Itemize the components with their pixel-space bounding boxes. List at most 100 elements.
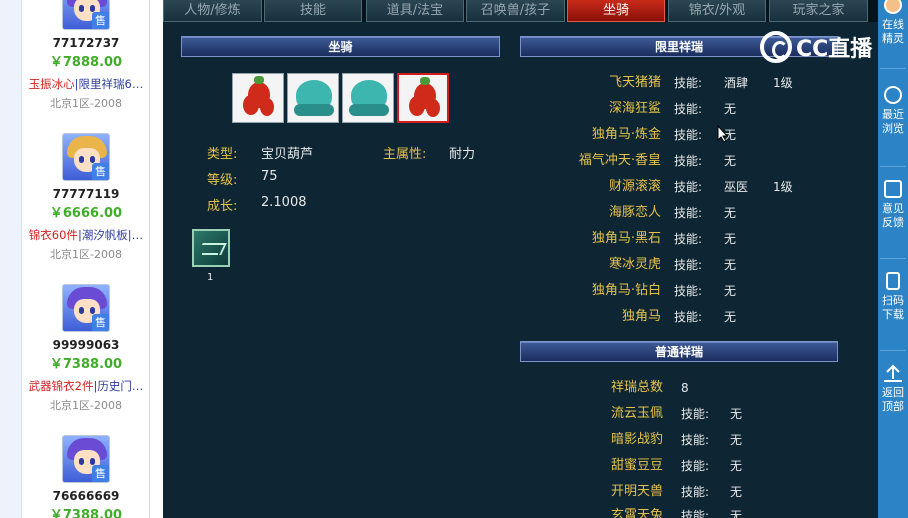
tab-skills[interactable]: 技能 (264, 0, 362, 22)
rare-name: 寒冰灵虎 (608, 257, 661, 272)
rare-name: 深海狂鲨 (608, 101, 661, 116)
rare-skill-value: 无 (724, 232, 737, 246)
account-id[interactable]: 99999063 (22, 337, 149, 353)
listing-item[interactable]: 售 77777119 ￥6666.00 锦衣60件|潮汐帆板|… 北京1区-20… (22, 133, 149, 263)
sale-badge: 售 (92, 465, 109, 482)
tab-bar: 人物/修炼 技能 道具/法宝 召唤兽/孩子 坐骑 锦衣/外观 玩家之家 (163, 0, 878, 22)
mount-slot[interactable] (342, 73, 394, 123)
normal-skill-value: 无 (730, 407, 743, 421)
listing-column: 售 77172737 ￥7888.00 玉振冰心|限里祥瑞6… 北京1区-200… (0, 0, 150, 518)
tag-highlight: 武器锦衣2件 (28, 379, 94, 393)
sidebar-label: 意见反馈 (882, 202, 904, 229)
character-avatar[interactable]: 售 (62, 284, 110, 332)
character-avatar[interactable]: 售 (62, 0, 110, 30)
tab-pets[interactable]: 召唤兽/孩子 (466, 0, 565, 22)
rare-skill-value: 无 (724, 102, 737, 116)
gourd-mount-icon (248, 76, 270, 108)
sidebar-label: 返回顶部 (882, 386, 904, 413)
normal-skill-label: 技能: (681, 433, 710, 447)
mount-equipment-icon[interactable] (192, 229, 230, 267)
rare-name: 独角马·黑石 (591, 231, 661, 246)
sale-badge: 售 (92, 12, 109, 29)
rare-skill-label: 技能: (674, 206, 703, 220)
clock-icon (884, 86, 902, 104)
rare-skill-value: 无 (724, 310, 737, 324)
tab-home[interactable]: 玩家之家 (769, 0, 868, 22)
main-attr-value: 耐力 (449, 147, 476, 162)
rare-skill-label: 技能: (674, 76, 703, 90)
normal-row: 开明天兽 (493, 482, 663, 502)
rare-name: 福气冲天·香皇 (578, 153, 661, 168)
listing-tags[interactable]: 玉振冰心|限里祥瑞6… (22, 75, 149, 93)
rare-row: 独角马 (493, 307, 661, 327)
equipment-count: 1 (207, 272, 214, 283)
octopus-mount-icon (349, 80, 389, 116)
rare-skill-value: 巫医 (724, 180, 749, 194)
rare-row: 独角马·黑石 (493, 229, 661, 249)
normal-row: 暗影战豹 (493, 430, 663, 450)
rare-row: 福气冲天·香皇 (493, 151, 661, 171)
arrow-up-icon (884, 364, 902, 382)
level-value: 75 (261, 169, 278, 184)
rare-name: 财源滚滚 (608, 179, 661, 194)
type-label: 类型: (207, 147, 238, 162)
online-assistant-button[interactable]: 在线精灵 (878, 0, 908, 46)
normal-name: 开明天兽 (610, 484, 663, 499)
normal-name: 甜蜜豆豆 (610, 458, 663, 473)
rare-name: 独角马·钻白 (591, 283, 661, 298)
mount-slot-selected[interactable] (397, 73, 449, 123)
rare-row: 财源滚滚 (493, 177, 661, 197)
tab-mount[interactable]: 坐骑 (567, 0, 665, 22)
rare-row: 飞天猪猪 (493, 73, 661, 93)
account-id[interactable]: 77777119 (22, 186, 149, 202)
tab-character[interactable]: 人物/修炼 (163, 0, 262, 22)
avatar-icon (884, 0, 902, 14)
listing-item[interactable]: 售 77172737 ￥7888.00 玉振冰心|限里祥瑞6… 北京1区-200… (22, 0, 149, 112)
character-avatar[interactable]: 售 (62, 435, 110, 483)
server-name: 北京1区-2008 (50, 97, 122, 110)
listing-tags[interactable]: 武器锦衣2件|历史门… (22, 377, 149, 395)
edit-icon (884, 180, 902, 198)
account-id[interactable]: 76666669 (22, 488, 149, 504)
price: ￥7388.00 (49, 508, 123, 518)
recent-browse-button[interactable]: 最近浏览 (878, 86, 908, 136)
rare-row: 寒冰灵虎 (493, 255, 661, 275)
listing-item[interactable]: 售 76666669 ￥7388.00 (22, 435, 149, 518)
rare-name: 飞天猪猪 (608, 75, 661, 90)
sidebar-label: 在线精灵 (882, 18, 904, 45)
type-value: 宝贝葫芦 (261, 147, 314, 162)
cc-logo-icon (760, 31, 792, 63)
rare-skill-label: 技能: (674, 180, 703, 194)
phone-icon (886, 272, 900, 290)
normal-skill-label: 技能: (681, 407, 710, 421)
back-to-top-button[interactable]: 返回顶部 (878, 364, 908, 414)
normal-row: 流云玉佩 (493, 404, 663, 424)
normal-total-row: 祥瑞总数 (493, 378, 663, 398)
server-name: 北京1区-2008 (50, 399, 122, 412)
account-id[interactable]: 77172737 (22, 35, 149, 51)
rare-skill-label: 技能: (674, 128, 703, 142)
price: ￥7888.00 (49, 55, 123, 70)
rare-skill-label: 技能: (674, 154, 703, 168)
floating-sidebar: 在线精灵 最近浏览 意见反馈 扫码下载 返回顶部 (878, 0, 908, 518)
rare-row: 独角马·炼金 (493, 125, 661, 145)
normal-name: 流云玉佩 (610, 406, 663, 421)
rare-skill-label: 技能: (674, 310, 703, 324)
normal-name: 玄霄天兔 (610, 508, 663, 518)
tag-highlight: 锦衣60件 (28, 228, 78, 242)
octopus-mount-icon (294, 80, 334, 116)
cc-live-watermark: CC直播 (760, 30, 872, 64)
rare-skill-value: 酒肆 (724, 76, 749, 90)
character-avatar[interactable]: 售 (62, 133, 110, 181)
scan-download-button[interactable]: 扫码下载 (878, 272, 908, 322)
tab-items[interactable]: 道具/法宝 (366, 0, 464, 22)
rare-skill-value: 无 (724, 206, 737, 220)
listing-tags[interactable]: 锦衣60件|潮汐帆板|… (22, 226, 149, 244)
listing-item[interactable]: 售 99999063 ￥7388.00 武器锦衣2件|历史门… 北京1区-200… (22, 284, 149, 414)
mount-slot[interactable] (287, 73, 339, 123)
feedback-button[interactable]: 意见反馈 (878, 180, 908, 230)
mount-slot[interactable] (232, 73, 284, 123)
rare-name: 独角马 (621, 309, 661, 324)
tab-appearance[interactable]: 锦衣/外观 (668, 0, 766, 22)
sidebar-label: 最近浏览 (882, 108, 904, 135)
